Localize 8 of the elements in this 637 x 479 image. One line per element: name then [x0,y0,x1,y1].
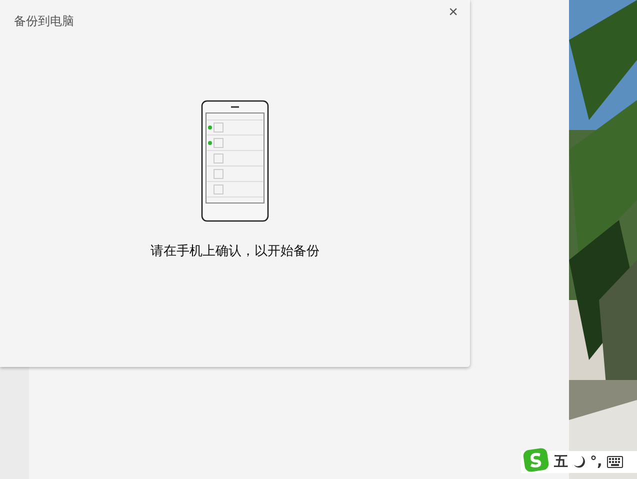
input-mode-toggle[interactable]: 五 [554,453,568,471]
ime-logo-icon[interactable] [523,448,549,472]
punctuation-toggle[interactable]: °, [590,454,602,470]
close-button[interactable]: × [446,5,460,21]
dialog-title: 备份到电脑 [14,13,74,30]
confirm-message: 请在手机上确认，以开始备份 [150,243,320,260]
keyboard-icon[interactable] [607,456,624,468]
moon-icon[interactable] [573,455,585,469]
